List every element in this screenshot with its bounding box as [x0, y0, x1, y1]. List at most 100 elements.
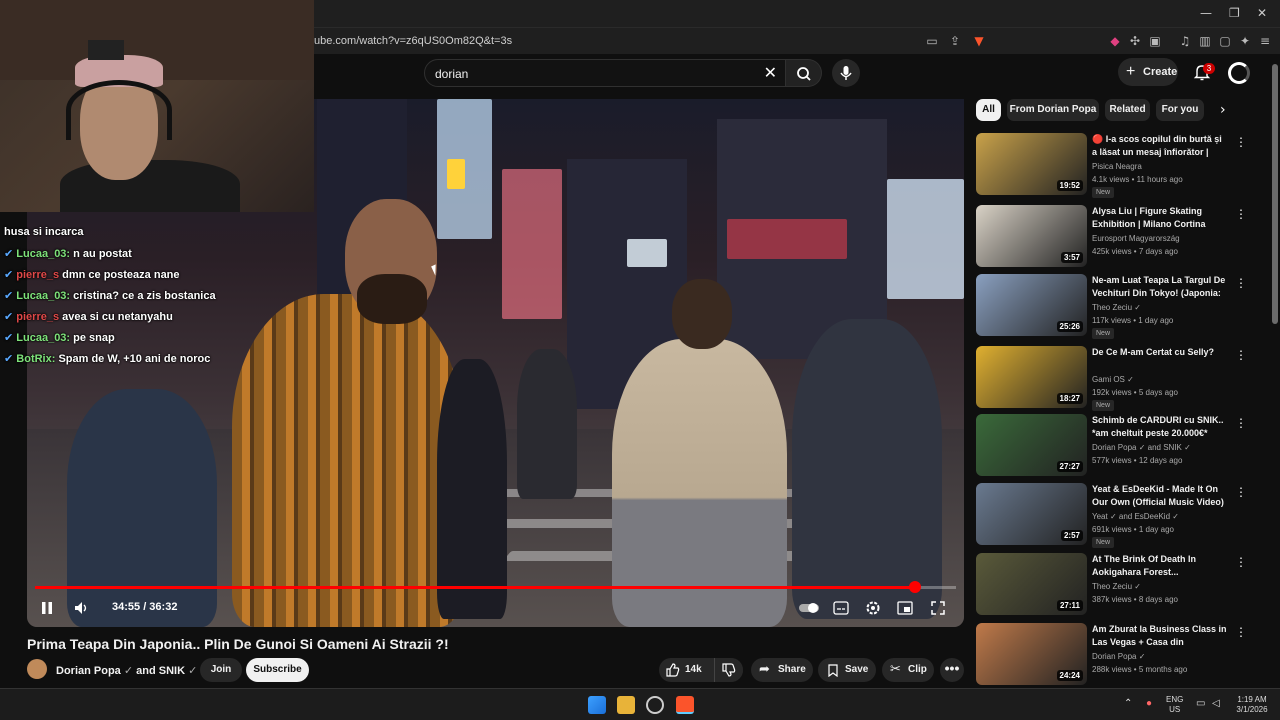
recommendation-title[interactable]: Yeat & EsDeeKid - Made It On Our Own (Of… [1092, 483, 1228, 509]
extension-shield-icon[interactable]: ◆ [1108, 34, 1122, 48]
video-thumbnail[interactable]: 19:52 [976, 133, 1087, 195]
cast-icon[interactable]: ▭ [925, 34, 939, 48]
create-button[interactable]: + Create [1118, 58, 1178, 86]
video-thumbnail[interactable]: 18:27 [976, 346, 1087, 408]
video-thumbnail[interactable]: 24:24 [976, 623, 1087, 685]
recommendation-item[interactable]: 27:11 At The Brink Of Death In Aokigahara… [976, 553, 1266, 619]
recommendation-channel[interactable]: Dorian Popa ✓ [1092, 652, 1145, 661]
join-button[interactable]: Join [200, 658, 242, 682]
app-icon[interactable] [646, 696, 664, 714]
miniplayer-icon[interactable] [897, 601, 913, 615]
share-button[interactable]: ➦ Share [751, 658, 813, 682]
video-thumbnail[interactable]: 25:26 [976, 274, 1087, 336]
chevron-right-icon[interactable]: › [1220, 102, 1226, 118]
recommendation-channel[interactable]: Eurosport Magyarország [1092, 234, 1180, 243]
mic-tray-icon[interactable]: ● [1146, 699, 1152, 709]
recommendation-channel[interactable]: Dorian Popa ✓ and SNIK ✓ [1092, 443, 1191, 452]
channel-name[interactable]: Dorian Popa ✓ and SNIK ✓ [56, 664, 197, 677]
subscribe-button[interactable]: Subscribe [246, 658, 309, 682]
brave-shield-icon[interactable]: ▼ [972, 34, 986, 48]
wallet-icon[interactable]: ▢ [1218, 34, 1232, 48]
video-thumbnail[interactable]: 2:57 [976, 483, 1087, 545]
page-scrollbar[interactable] [1270, 54, 1280, 688]
extensions-icon[interactable]: ✣ [1128, 34, 1142, 48]
voice-search-button[interactable] [832, 59, 860, 87]
chip-from-dorian-popa[interactable]: From Dorian Popa [1007, 99, 1099, 121]
recommendation-item[interactable]: 3:57 Alysa Liu | Figure Skating Exhibitio… [976, 205, 1266, 271]
fullscreen-icon[interactable] [931, 601, 945, 615]
music-icon[interactable]: ♫ [1178, 34, 1192, 48]
autoplay-toggle-icon[interactable] [798, 601, 820, 615]
maximize-button[interactable]: ❐ [1229, 6, 1240, 20]
channel-avatar[interactable] [27, 659, 47, 679]
chip-all[interactable]: All [976, 99, 1001, 121]
more-vert-icon[interactable]: ⋮ [1235, 416, 1247, 430]
network-icon[interactable]: ▭ [1196, 699, 1205, 709]
recommendation-channel[interactable]: Pisica Neagra [1092, 162, 1142, 171]
video-thumbnail[interactable]: 3:57 [976, 205, 1087, 267]
more-vert-icon[interactable]: ⋮ [1235, 625, 1247, 639]
recommendation-item[interactable]: 19:52 🔴 I-a scos copilul din burtă și a l… [976, 133, 1266, 199]
plus-icon: + [1126, 63, 1136, 80]
video-thumbnail[interactable]: 27:27 [976, 414, 1087, 476]
speaker-icon[interactable]: ◁ [1212, 699, 1220, 709]
more-vert-icon[interactable]: ⋮ [1235, 207, 1247, 221]
share-page-icon[interactable]: ⇪ [948, 34, 962, 48]
file-explorer-icon[interactable] [617, 696, 635, 714]
chip-for-you[interactable]: For you [1156, 99, 1204, 121]
recommendation-title[interactable]: De Ce M-am Certat cu Selly? [1092, 346, 1228, 359]
recommendation-item[interactable]: 27:27 Schimb de CARDURI cu SNIK.. *am che… [976, 414, 1266, 480]
account-avatar[interactable] [1228, 62, 1250, 84]
close-window-button[interactable]: ✕ [1257, 6, 1267, 20]
subtitles-icon[interactable] [833, 601, 849, 615]
recommendation-channel[interactable]: Yeat ✓ and EsDeeKid ✓ [1092, 512, 1179, 521]
clip-button[interactable]: ✂ Clip [882, 658, 934, 682]
recommendation-item[interactable]: 24:24 Am Zburat la Business Class in Las … [976, 623, 1266, 689]
leo-ai-icon[interactable]: ✦ [1238, 34, 1252, 48]
minimize-button[interactable]: — [1200, 6, 1212, 20]
more-vert-icon[interactable]: ⋮ [1235, 348, 1247, 362]
url-text[interactable]: ube.com/watch?v=z6qUS0Om82Q&t=3s [314, 35, 512, 47]
sidebar-icon[interactable]: ▥ [1198, 34, 1212, 48]
clear-search-icon[interactable]: ✕ [764, 63, 777, 82]
channel-name-text[interactable]: Dorian Popa [56, 665, 121, 677]
recommendation-item[interactable]: 2:57 Yeat & EsDeeKid - Made It On Our Own… [976, 483, 1266, 549]
clock[interactable]: 1:19 AM 3/1/2026 [1232, 695, 1272, 715]
recommendation-title[interactable]: Am Zburat la Business Class in Las Vegas… [1092, 623, 1228, 649]
video-thumbnail[interactable]: 27:11 [976, 553, 1087, 615]
duration-badge: 2:57 [1060, 530, 1083, 541]
tab-icon[interactable]: ▣ [1148, 34, 1162, 48]
menu-icon[interactable]: ≡ [1258, 34, 1272, 48]
search-button[interactable] [786, 59, 822, 87]
recommendation-title[interactable]: Alysa Liu | Figure Skating Exhibition | … [1092, 205, 1228, 231]
language-indicator[interactable]: ENG US [1166, 695, 1183, 715]
pause-icon[interactable] [40, 601, 54, 615]
recommendation-title[interactable]: Schimb de CARDURI cu SNIK.. *am cheltuit… [1092, 414, 1228, 440]
more-vert-icon[interactable]: ⋮ [1235, 135, 1247, 149]
more-vert-icon[interactable]: ⋮ [1235, 276, 1247, 290]
tray-chevron-icon[interactable]: ⌃ [1124, 699, 1132, 709]
more-actions-button[interactable]: ••• [940, 658, 964, 682]
more-vert-icon[interactable]: ⋮ [1235, 555, 1247, 569]
start-windows-icon[interactable] [588, 696, 606, 714]
recommendation-channel[interactable]: Theo Zeciu ✓ [1092, 303, 1141, 312]
settings-gear-icon[interactable] [865, 600, 881, 616]
volume-icon[interactable] [74, 601, 90, 615]
recommendation-title[interactable]: At The Brink Of Death In Aokigahara Fore… [1092, 553, 1228, 579]
chip-related[interactable]: Related [1105, 99, 1150, 121]
recommendation-channel[interactable]: Gami OS ✓ [1092, 375, 1134, 384]
more-vert-icon[interactable]: ⋮ [1235, 485, 1247, 499]
save-button[interactable]: Save [818, 658, 876, 682]
recommendation-title[interactable]: 🔴 I-a scos copilul din burtă și a lăsat … [1092, 133, 1228, 159]
dislike-button[interactable] [714, 658, 743, 682]
recommendation-title[interactable]: Ne-am Luat Teapa La Targul De Vechituri … [1092, 274, 1228, 300]
progress-bar[interactable] [35, 581, 956, 593]
search-input[interactable]: dorian [435, 67, 468, 81]
search-box[interactable]: dorian ✕ [424, 59, 786, 87]
scrollbar-thumb[interactable] [1272, 64, 1278, 324]
collab-text[interactable]: and SNIK [136, 665, 185, 677]
recommendation-item[interactable]: 25:26 Ne-am Luat Teapa La Targul De Vechi… [976, 274, 1266, 340]
recommendation-item[interactable]: 18:27 De Ce M-am Certat cu Selly? Gami OS … [976, 346, 1266, 412]
brave-browser-icon[interactable] [676, 696, 694, 714]
recommendation-channel[interactable]: Theo Zeciu ✓ [1092, 582, 1141, 591]
